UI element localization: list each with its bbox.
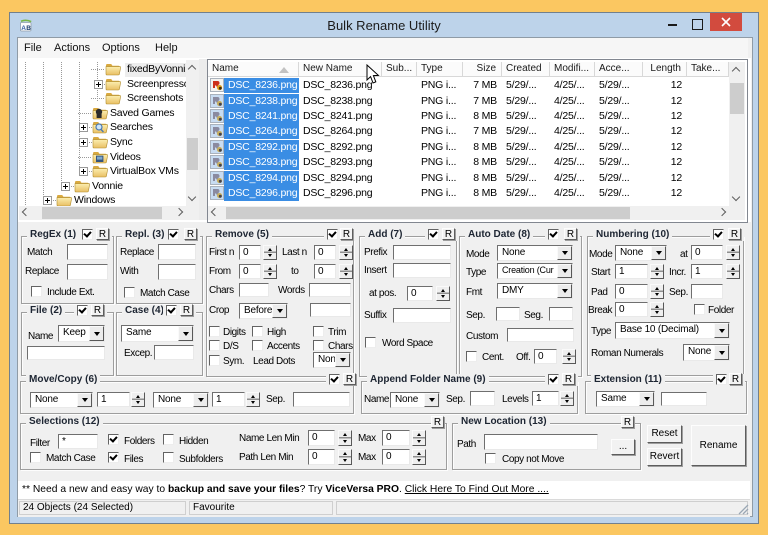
svg-text:B: B <box>26 25 31 32</box>
